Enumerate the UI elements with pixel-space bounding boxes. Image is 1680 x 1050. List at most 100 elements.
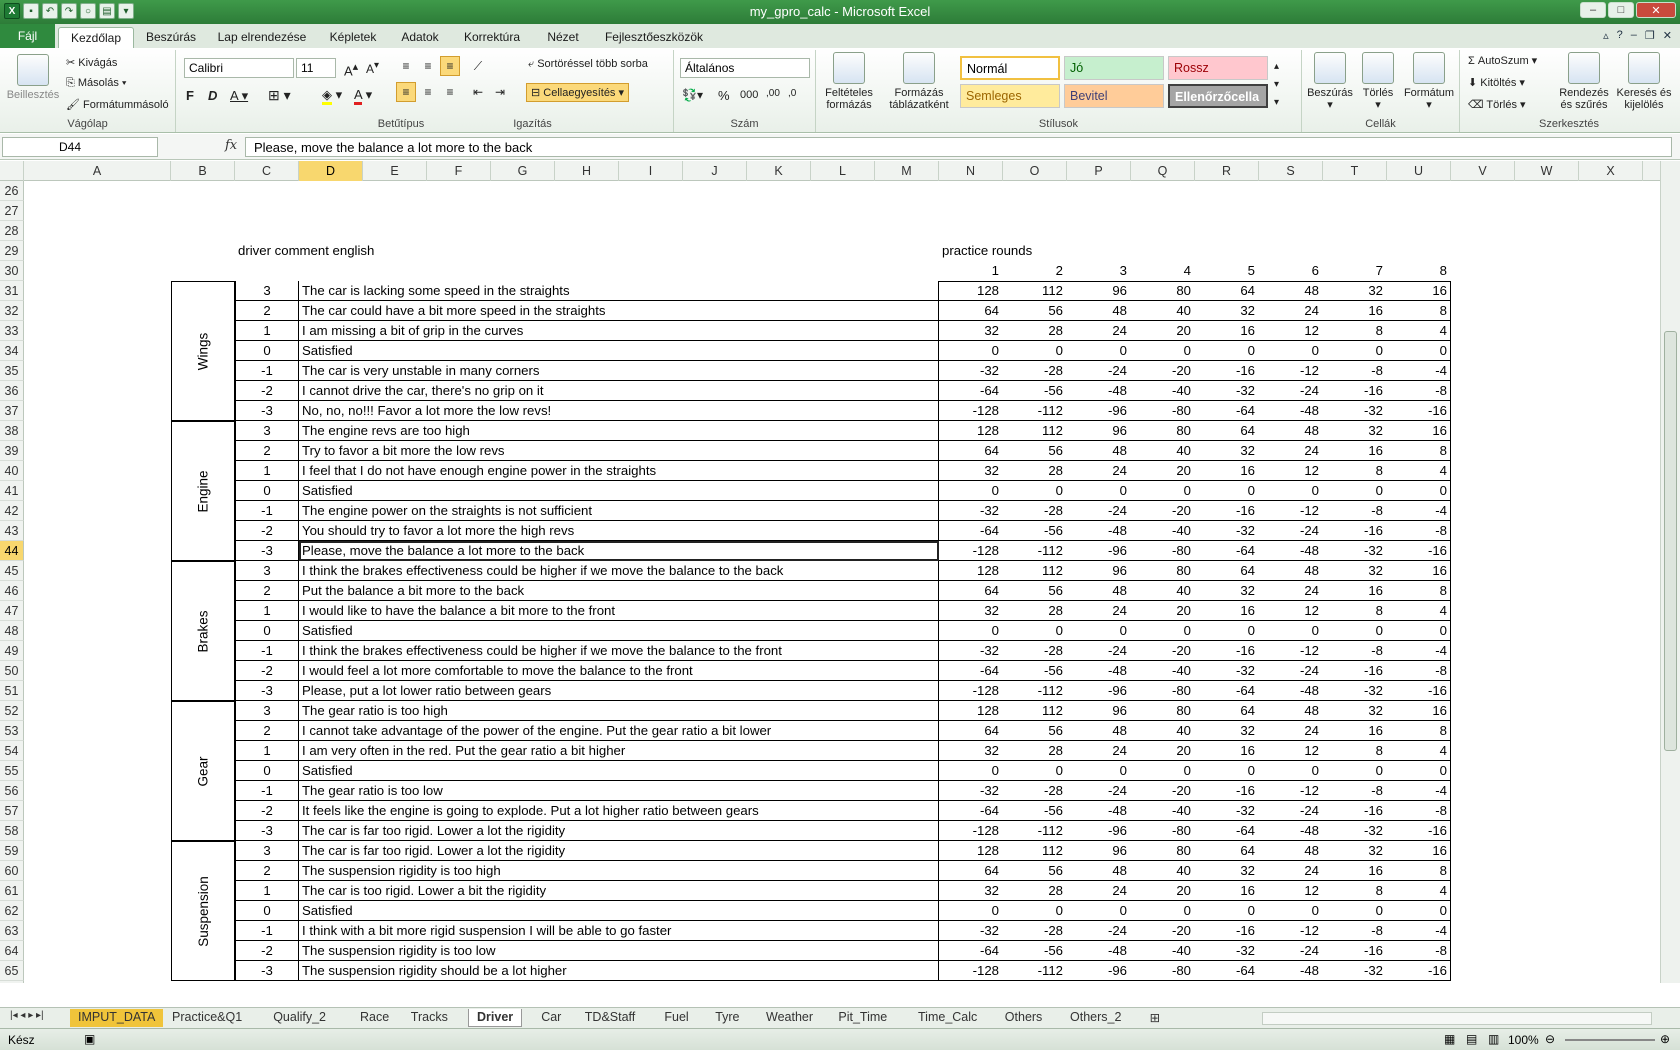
fill-button[interactable]: ⬇ Kitöltés ▾ bbox=[1468, 76, 1525, 89]
row-header[interactable]: 33 bbox=[0, 321, 24, 341]
column-header-i[interactable]: I bbox=[619, 161, 683, 181]
rating-value[interactable]: -3 bbox=[235, 401, 299, 421]
comment-cell[interactable]: The car is too rigid. Lower a bit the ri… bbox=[299, 881, 939, 901]
column-header-t[interactable]: T bbox=[1323, 161, 1387, 181]
rating-value[interactable]: 2 bbox=[235, 441, 299, 461]
comment-cell[interactable]: Satisfied bbox=[299, 761, 939, 781]
row-header[interactable]: 54 bbox=[0, 741, 24, 761]
vertical-scrollbar[interactable] bbox=[1660, 161, 1680, 983]
decrease-indent-button[interactable]: ⇤ bbox=[468, 82, 488, 102]
align-left-button[interactable]: ≡ bbox=[396, 82, 416, 102]
rating-value[interactable]: 3 bbox=[235, 281, 299, 301]
rating-value[interactable]: 3 bbox=[235, 701, 299, 721]
rating-value[interactable]: -2 bbox=[235, 521, 299, 541]
comment-cell[interactable]: The car is far too rigid. Lower a lot th… bbox=[299, 821, 939, 841]
tab-developer[interactable]: Fejlesztőeszközök bbox=[598, 27, 710, 48]
rating-value[interactable]: -3 bbox=[235, 681, 299, 701]
tab-file[interactable]: Fájl bbox=[0, 24, 55, 48]
column-header-j[interactable]: J bbox=[683, 161, 747, 181]
tab-home[interactable]: Kezdőlap bbox=[58, 27, 134, 48]
tab-formulas[interactable]: Képletek bbox=[322, 27, 384, 48]
column-header-v[interactable]: V bbox=[1451, 161, 1515, 181]
rating-value[interactable]: -2 bbox=[235, 941, 299, 961]
round-number[interactable]: 2 bbox=[1003, 261, 1067, 281]
percent-button[interactable]: % bbox=[718, 88, 730, 103]
row-header[interactable]: 27 bbox=[0, 201, 24, 221]
align-middle-button[interactable]: ≡ bbox=[418, 56, 438, 76]
italic-button[interactable]: D bbox=[208, 88, 217, 103]
sheet-tab-qualify-2[interactable]: Qualify_2 bbox=[265, 1009, 334, 1027]
comment-cell[interactable]: Please, put a lot lower ratio between ge… bbox=[299, 681, 939, 701]
rating-value[interactable]: 2 bbox=[235, 861, 299, 881]
align-top-button[interactable]: ≡ bbox=[396, 56, 416, 76]
select-all-corner[interactable] bbox=[0, 161, 24, 181]
sheet-tab-tracks[interactable]: Tracks bbox=[403, 1009, 456, 1027]
rating-value[interactable]: -3 bbox=[235, 821, 299, 841]
column-header-b[interactable]: B bbox=[171, 161, 235, 181]
style-check-cell[interactable]: Ellenőrzőcella bbox=[1168, 84, 1268, 108]
sheet-tab-others-2[interactable]: Others_2 bbox=[1062, 1009, 1129, 1027]
row-header[interactable]: 60 bbox=[0, 861, 24, 881]
column-header-e[interactable]: E bbox=[363, 161, 427, 181]
fill-color-button[interactable]: ◈ ▾ bbox=[322, 87, 342, 105]
row-header[interactable]: 47 bbox=[0, 601, 24, 621]
rating-value[interactable]: 1 bbox=[235, 881, 299, 901]
row-header[interactable]: 45 bbox=[0, 561, 24, 581]
sheet-tab-driver[interactable]: Driver bbox=[468, 1009, 523, 1027]
zoom-in-icon[interactable]: ⊕ bbox=[1660, 1032, 1670, 1046]
comment-cell[interactable]: Satisfied bbox=[299, 621, 939, 641]
row-header[interactable]: 28 bbox=[0, 221, 24, 241]
autosum-button[interactable]: Σ AutoSzum ▾ bbox=[1468, 54, 1537, 67]
style-neutral[interactable]: Semleges bbox=[960, 84, 1060, 108]
rating-value[interactable]: 0 bbox=[235, 341, 299, 361]
doc-minimize-icon[interactable]: – bbox=[1631, 29, 1637, 42]
row-header[interactable]: 66 bbox=[0, 981, 24, 983]
comment-cell[interactable]: I cannot drive the car, there's no grip … bbox=[299, 381, 939, 401]
row-header[interactable]: 50 bbox=[0, 661, 24, 681]
row-header[interactable]: 46 bbox=[0, 581, 24, 601]
comment-cell[interactable]: No, no, no!!! Favor a lot more the low r… bbox=[299, 401, 939, 421]
column-header-a[interactable]: A bbox=[24, 161, 171, 181]
column-header-r[interactable]: R bbox=[1195, 161, 1259, 181]
row-header[interactable]: 37 bbox=[0, 401, 24, 421]
comment-cell[interactable]: The car is lacking some speed in the str… bbox=[299, 281, 939, 301]
rating-value[interactable]: 3 bbox=[235, 841, 299, 861]
round-number[interactable]: 7 bbox=[1323, 261, 1387, 281]
round-number[interactable]: 1 bbox=[939, 261, 1003, 281]
rating-value[interactable]: 1 bbox=[235, 601, 299, 621]
rating-value[interactable]: -3 bbox=[235, 541, 299, 561]
align-right-button[interactable]: ≡ bbox=[440, 82, 460, 102]
column-header-n[interactable]: N bbox=[939, 161, 1003, 181]
row-header[interactable]: 36 bbox=[0, 381, 24, 401]
comment-cell[interactable]: The gear ratio is too low bbox=[299, 781, 939, 801]
sheet-tab-weather[interactable]: Weather bbox=[758, 1009, 821, 1027]
macro-record-icon[interactable]: ▣ bbox=[84, 1032, 95, 1046]
comment-cell[interactable]: Put the balance a bit more to the back bbox=[299, 581, 939, 601]
comment-cell[interactable]: I am very often in the red. Put the gear… bbox=[299, 741, 939, 761]
comment-cell[interactable]: The engine power on the straights is not… bbox=[299, 501, 939, 521]
rating-value[interactable]: 1 bbox=[235, 321, 299, 341]
wrap-text-button[interactable]: ⤶ Sortöréssel több sorba bbox=[528, 58, 648, 71]
comment-cell[interactable]: I think the brakes effectiveness could b… bbox=[299, 641, 939, 661]
formula-input[interactable]: Please, move the balance a lot more to t… bbox=[245, 137, 1672, 157]
row-header[interactable]: 40 bbox=[0, 461, 24, 481]
sheet-tab-practice-q1[interactable]: Practice&Q1 bbox=[164, 1009, 250, 1027]
rating-value[interactable]: -3 bbox=[235, 961, 299, 981]
row-header[interactable]: 61 bbox=[0, 881, 24, 901]
round-number[interactable]: 8 bbox=[1387, 261, 1451, 281]
rating-value[interactable]: 1 bbox=[235, 461, 299, 481]
find-select-button[interactable]: Keresés és kijelölés bbox=[1614, 52, 1674, 111]
cut-button[interactable]: ✂ Kivágás bbox=[66, 56, 117, 69]
rating-value[interactable]: 3 bbox=[235, 561, 299, 581]
rating-value[interactable]: 3 bbox=[235, 421, 299, 441]
worksheet-grid[interactable]: 26 27 28 29 30 31 32 33 34 35 36 37 38 39 40 41 42 43 44 45… bbox=[0, 181, 1660, 983]
copy-button[interactable]: ⎘ Másolás ▾ bbox=[66, 77, 127, 90]
row-header[interactable]: 51 bbox=[0, 681, 24, 701]
horizontal-scrollbar[interactable] bbox=[1262, 1012, 1652, 1025]
round-number[interactable]: 6 bbox=[1259, 261, 1323, 281]
column-header-f[interactable]: F bbox=[427, 161, 491, 181]
sheet-tab-tyre[interactable]: Tyre bbox=[707, 1009, 747, 1027]
row-header[interactable]: 39 bbox=[0, 441, 24, 461]
row-header[interactable]: 64 bbox=[0, 941, 24, 961]
number-format-select[interactable]: Általános bbox=[680, 58, 810, 78]
